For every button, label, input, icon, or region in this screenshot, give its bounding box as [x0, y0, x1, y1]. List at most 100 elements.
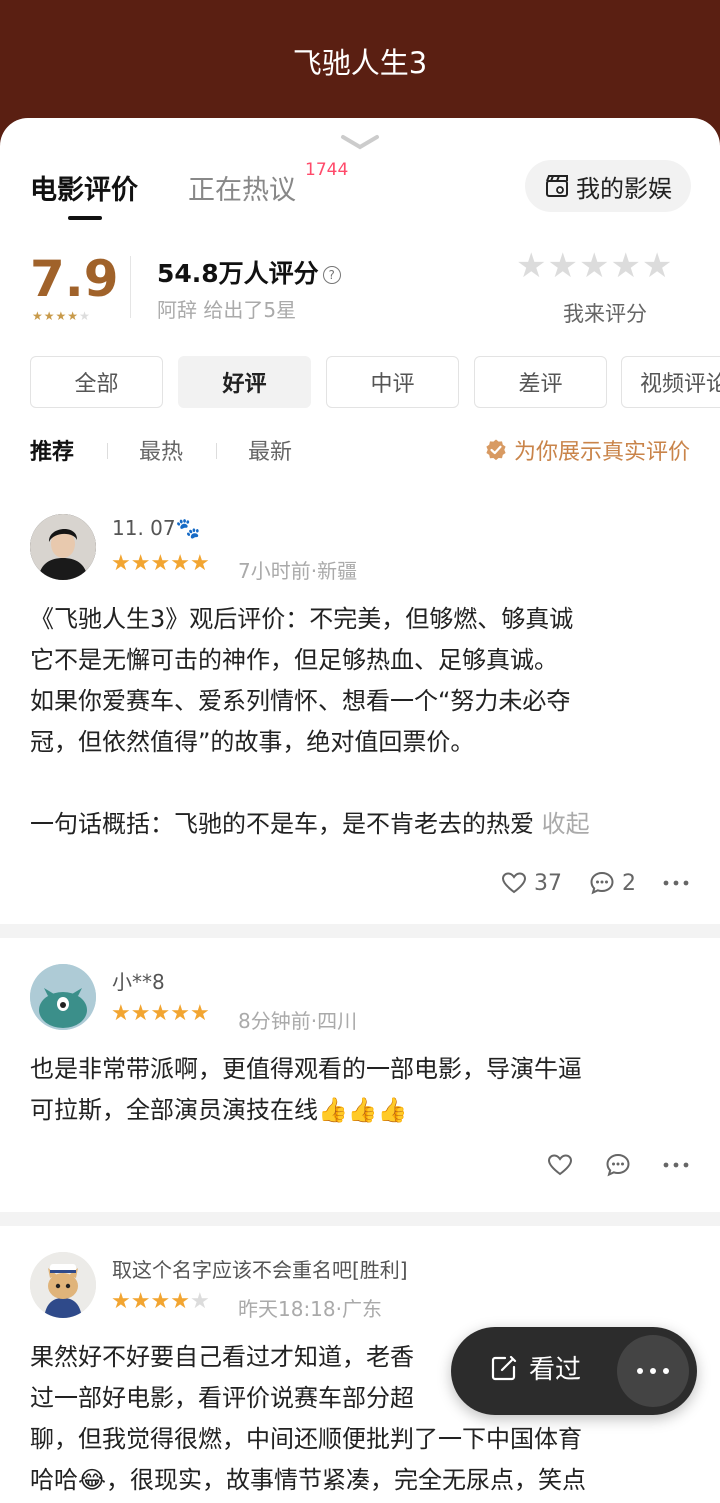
comment-icon	[590, 871, 614, 895]
real-review-label: 为你展示真实评价	[513, 440, 690, 465]
section-separator	[0, 1212, 720, 1226]
rating-count[interactable]: 54.8万人评分?	[157, 254, 341, 290]
filter-positive[interactable]: 好评	[178, 356, 311, 408]
info-icon[interactable]: ?	[322, 266, 341, 284]
review-card: 小**8 ★★★★★ 8分钟前·四川 也是非常带派啊，更值得观看的一部电影，导演…	[0, 938, 720, 1212]
avatar[interactable]	[30, 1252, 96, 1318]
comment-count: 2	[622, 870, 636, 896]
more-options-button[interactable]	[662, 1151, 690, 1179]
friend-rating: 阿辞 给出了5星	[157, 298, 297, 322]
my-entertainment-label: 我的影娱	[576, 174, 672, 203]
review-text-line: 过一部好电影，看评价说赛车部分超	[30, 1384, 414, 1412]
sort-new[interactable]: 最新	[248, 434, 292, 466]
clapperboard-icon	[546, 175, 568, 197]
chevron-down-icon[interactable]	[340, 132, 380, 152]
score-stars: ★★★★★	[32, 309, 91, 323]
filter-neutral[interactable]: 中评	[326, 356, 459, 408]
edit-icon	[491, 1355, 517, 1380]
star-filled-icon: ★	[111, 1289, 131, 1314]
rate-me-label[interactable]: 我来评分	[563, 298, 647, 328]
review-card: 11. 07🐾 ★★★★★ 7小时前·新疆 《飞驰人生3》观后评价：不完美，但够…	[0, 488, 720, 924]
avatar[interactable]	[30, 964, 96, 1030]
like-button[interactable]	[546, 1151, 574, 1179]
filter-video[interactable]: 视频评论	[621, 356, 720, 408]
star-filled-icon: ★	[150, 551, 171, 576]
more-icon	[637, 1368, 669, 1374]
sort-hot[interactable]: 最热	[139, 434, 183, 466]
filter-all[interactable]: 全部	[30, 356, 163, 408]
star-filled-icon: ★	[150, 1001, 171, 1026]
heart-icon	[501, 872, 527, 894]
review-text-line: 聊，但我觉得很燃，中间还顺便批判了一下中国体育	[30, 1425, 582, 1453]
divider	[216, 443, 217, 459]
collapse-link[interactable]: 收起	[542, 810, 590, 838]
user-stars: ★★★★★	[111, 1001, 210, 1026]
hot-count-badge: 1744	[305, 160, 349, 180]
star-filled-icon: ★	[32, 309, 44, 323]
cat-sailor-avatar-icon	[30, 1252, 96, 1318]
review-text-line: 哈哈😂，很现实，故事情节紧凑，完全无尿点，笑点	[30, 1466, 587, 1494]
review-actions	[546, 1150, 690, 1180]
review-text-line: 《飞驰人生3》观后评价：不完美，但够燃、够真诚	[30, 605, 574, 633]
rating-score: 7.9	[30, 250, 119, 308]
user-stars: ★★★★★	[111, 1289, 210, 1314]
sort-recommend[interactable]: 推荐	[30, 434, 74, 466]
star-filled-icon: ★	[170, 551, 190, 576]
mark-seen-button[interactable]: 看过	[489, 1349, 581, 1386]
float-more-button[interactable]	[617, 1335, 689, 1407]
top-bar: 飞驰人生3	[0, 0, 720, 120]
rate-stars[interactable]: ★★★★★	[516, 246, 673, 286]
my-entertainment-button[interactable]: 我的影娱	[525, 160, 691, 212]
star-filled-icon: ★	[111, 1001, 131, 1026]
divider	[130, 256, 131, 318]
star-filled-icon: ★	[130, 1289, 151, 1314]
user-photo-icon	[30, 514, 96, 580]
review-actions: 37 2	[500, 868, 690, 898]
like-count: 37	[534, 870, 562, 896]
user-stars: ★★★★★	[111, 551, 210, 576]
review-text-line: 冠，但依然值得”的故事，绝对值回票价。	[30, 728, 475, 756]
star-filled-icon: ★	[130, 1001, 151, 1026]
page-title: 飞驰人生3	[292, 46, 428, 80]
review-meta: 7小时前·新疆	[238, 559, 358, 583]
star-filled-icon: ★	[55, 309, 68, 323]
review-text-line: 果然好不好要自己看过才知道，老香	[30, 1343, 414, 1371]
heart-icon	[547, 1154, 573, 1176]
star-filled-icon: ★	[43, 309, 56, 323]
comment-button[interactable]	[604, 1151, 632, 1179]
review-text-line: 可拉斯，全部演员演技在线👍👍👍	[30, 1096, 408, 1124]
more-icon	[663, 880, 689, 886]
divider	[107, 443, 108, 459]
review-meta: 昨天18:18·广东	[238, 1297, 382, 1321]
username[interactable]: 11. 07🐾	[112, 516, 201, 540]
like-button[interactable]: 37	[500, 869, 562, 897]
rating-summary: 7.9 ★★★★★ 54.8万人评分? 阿辞 给出了5星 ★★★★★ 我来评分	[30, 246, 690, 326]
star-filled-icon: ★	[189, 1001, 210, 1026]
rating-count-text: 54.8万人评分	[157, 259, 319, 288]
sort-bar: 推荐 最热 最新 为你展示真实评价	[30, 434, 690, 468]
filter-negative[interactable]: 差评	[474, 356, 607, 408]
monster-avatar-icon	[30, 964, 96, 1030]
verified-badge-icon	[486, 439, 506, 461]
star-filled-icon: ★	[67, 309, 80, 323]
review-text-line: 一句话概括：飞驰的不是车，是不肯老去的热爱 收起	[30, 804, 590, 844]
star-filled-icon: ★	[189, 551, 210, 576]
avatar[interactable]	[30, 514, 96, 580]
username[interactable]: 小**8	[112, 966, 165, 995]
more-options-button[interactable]	[662, 869, 690, 897]
username[interactable]: 取这个名字应该不会重名吧[胜利]	[112, 1254, 408, 1283]
star-empty-icon: ★	[189, 1289, 210, 1314]
review-text-line: 也是非常带派啊，更值得观看的一部电影，导演牛逼	[30, 1055, 582, 1083]
star-filled-icon: ★	[170, 1289, 190, 1314]
comment-button[interactable]: 2	[588, 869, 636, 897]
more-icon	[663, 1162, 689, 1168]
tab-movie-reviews[interactable]: 电影评价	[30, 168, 138, 207]
tab-hot-discussion[interactable]: 正在热议	[188, 168, 296, 207]
review-sheet: 电影评价 正在热议 1744 我的影娱 7.9 ★★★★★ 54.8万人评分? …	[0, 118, 720, 1503]
review-text: 一句话概括：飞驰的不是车，是不肯老去的热爱	[30, 810, 534, 838]
floating-action-bar: 看过	[451, 1327, 697, 1415]
review-meta: 8分钟前·四川	[238, 1009, 358, 1033]
review-text-line: 它不是无懈可击的神作，但足够热血、足够真诚。	[30, 646, 558, 674]
tab-underline	[68, 216, 102, 220]
star-filled-icon: ★	[150, 1289, 171, 1314]
